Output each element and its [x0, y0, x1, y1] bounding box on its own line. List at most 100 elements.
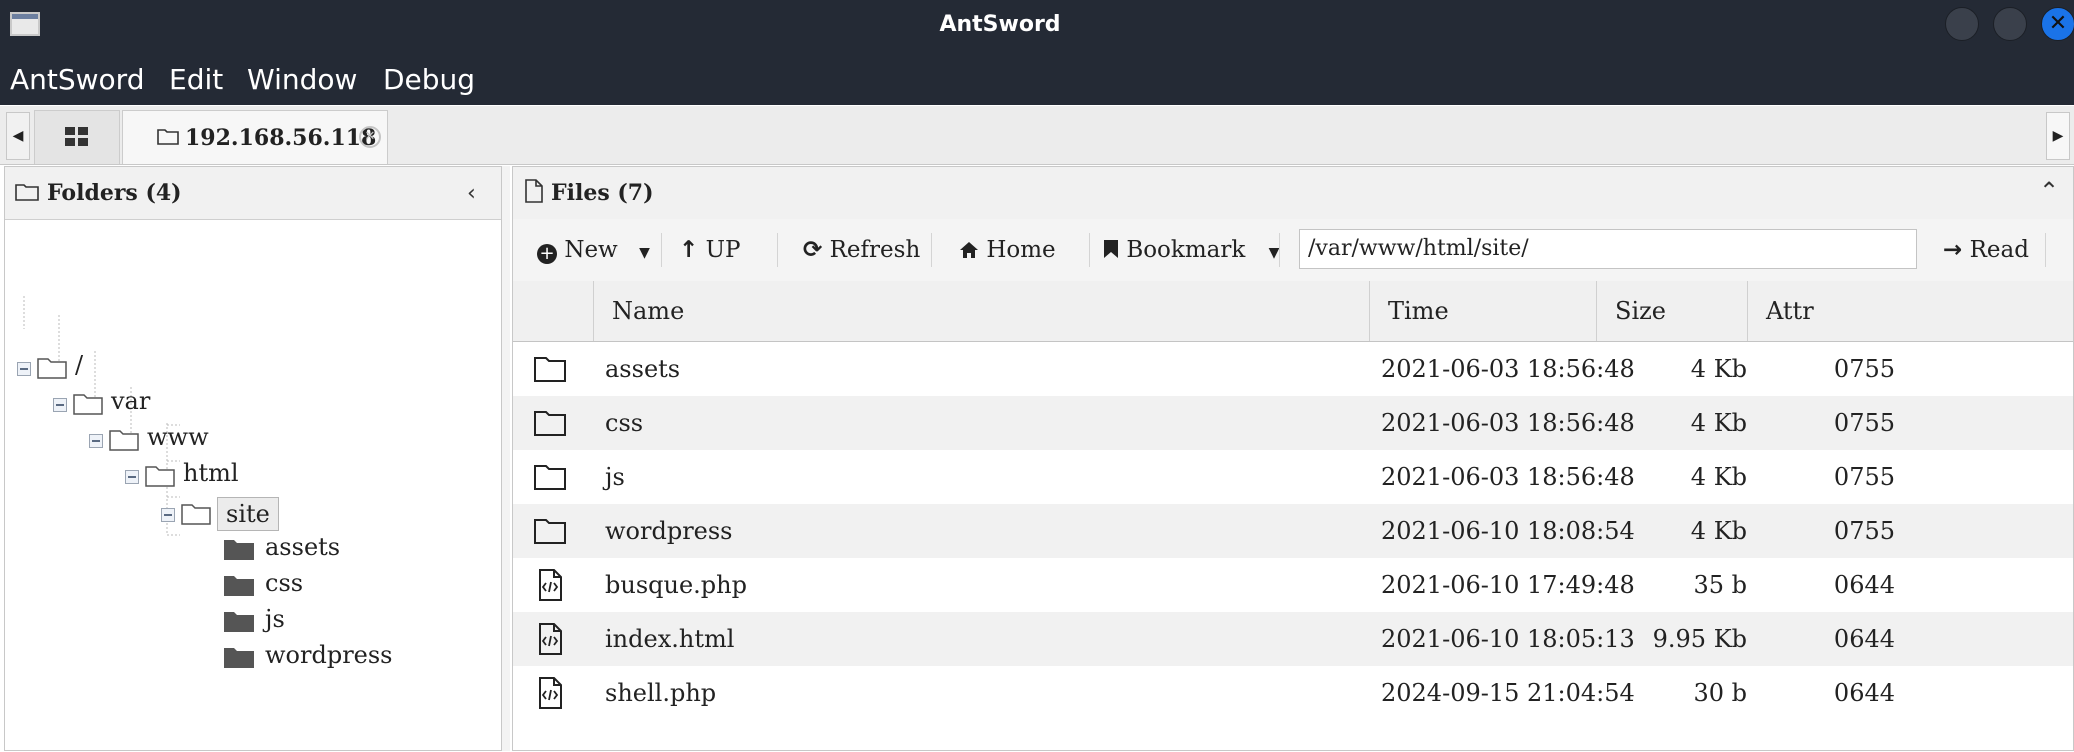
home-button[interactable]: Home: [959, 219, 1056, 281]
file-row[interactable]: js 2021-06-03 18:56:48 4 Kb 0755: [513, 450, 2073, 504]
file-name: shell.php: [605, 679, 717, 707]
code-file-icon: [539, 677, 562, 709]
column-header-attr[interactable]: Attr: [1747, 281, 2073, 341]
grid-icon: [65, 127, 88, 146]
refresh-icon: ⟳: [803, 237, 823, 263]
tab-dashboard[interactable]: [34, 110, 120, 164]
tree-node-label: html: [183, 459, 239, 487]
arrow-right-icon: →: [1943, 237, 1963, 263]
files-panel: Files (7) ⌃ + New ▼ ↑ UP ⟳ Refresh Home …: [512, 166, 2074, 751]
folder-icon: [224, 648, 254, 668]
maximize-button[interactable]: [1993, 7, 2027, 41]
toolbar-divider: [2045, 233, 2046, 267]
tree-node-site[interactable]: site: [153, 497, 333, 531]
folder-icon: [224, 540, 254, 560]
code-file-icon: [539, 623, 562, 655]
bookmark-button[interactable]: Bookmark ▼: [1103, 219, 1279, 281]
file-attr: 0755: [1833, 355, 1895, 383]
tab-host[interactable]: 192.168.56.118 ✕: [122, 110, 388, 164]
file-row[interactable]: busque.php 2021-06-10 17:49:48 35 b 0644: [513, 558, 2073, 612]
new-button-label: New: [564, 237, 618, 263]
file-name: css: [605, 409, 644, 437]
files-panel-header: Files (7) ⌃: [513, 167, 2073, 220]
column-header-time[interactable]: Time: [1369, 281, 1596, 341]
tree-node-www[interactable]: www: [81, 423, 231, 455]
tab-bar: ◀ 192.168.56.118 ✕ ▶: [0, 106, 2074, 165]
panel-splitter[interactable]: [502, 166, 510, 751]
chevron-up-icon[interactable]: ⌃: [2039, 177, 2059, 205]
toolbar-divider: [1279, 233, 1280, 267]
menu-debug[interactable]: Debug: [383, 50, 475, 105]
collapse-panel-icon[interactable]: ‹: [467, 181, 476, 206]
tree-node-root[interactable]: /: [9, 351, 129, 383]
file-attr: 0755: [1833, 409, 1895, 437]
tab-scroll-right-button[interactable]: ▶: [2046, 112, 2070, 160]
up-button[interactable]: ↑ UP: [679, 219, 740, 281]
caret-down-icon: ▼: [639, 245, 650, 261]
folder-icon: [534, 357, 566, 382]
arrow-up-icon: ↑: [679, 237, 699, 263]
file-attr: 0644: [1833, 571, 1895, 599]
tree-node-label: wordpress: [265, 641, 393, 669]
tree-node-var[interactable]: var: [45, 387, 195, 419]
collapse-icon[interactable]: [125, 470, 139, 484]
tree-node-wordpress[interactable]: wordpress: [223, 641, 423, 673]
close-icon: ✕: [2048, 11, 2068, 36]
caret-right-icon: ▶: [2052, 128, 2064, 144]
tree-node-css[interactable]: css: [223, 569, 423, 601]
folder-icon: [157, 129, 179, 145]
tab-scroll-left-button[interactable]: ◀: [6, 112, 30, 160]
tree-node-label-selected: site: [217, 497, 279, 531]
files-toolbar: + New ▼ ↑ UP ⟳ Refresh Home Bookmark ▼ /…: [513, 219, 2073, 282]
file-size: 4 Kb: [1690, 409, 1747, 437]
path-input[interactable]: /var/www/html/site/: [1299, 229, 1917, 269]
file-name: assets: [605, 355, 681, 383]
file-name: index.html: [605, 625, 735, 653]
file-size: 4 Kb: [1690, 517, 1747, 545]
file-size: 30 b: [1693, 679, 1747, 707]
new-button[interactable]: + New ▼: [537, 219, 650, 281]
home-button-label: Home: [986, 237, 1056, 263]
file-name: busque.php: [605, 571, 747, 599]
file-name: js: [605, 463, 625, 491]
file-row[interactable]: css 2021-06-03 18:56:48 4 Kb 0755: [513, 396, 2073, 450]
folder-icon: [534, 465, 566, 490]
open-folder-icon: [181, 504, 211, 525]
file-name: wordpress: [605, 517, 733, 545]
collapse-icon[interactable]: [89, 434, 103, 448]
menu-window[interactable]: Window: [247, 50, 357, 105]
file-size: 4 Kb: [1690, 355, 1747, 383]
minimize-button[interactable]: [1945, 7, 1979, 41]
collapse-icon[interactable]: [17, 362, 31, 376]
column-header-size[interactable]: Size: [1596, 281, 1747, 341]
tree-node-label: assets: [265, 533, 341, 561]
toolbar-divider: [931, 233, 932, 267]
menu-edit[interactable]: Edit: [169, 50, 223, 105]
tree-node-assets[interactable]: assets: [223, 533, 423, 565]
folder-icon: [534, 411, 566, 436]
file-row[interactable]: index.html 2021-06-10 18:05:13 9.95 Kb 0…: [513, 612, 2073, 666]
menu-antsword[interactable]: AntSword: [10, 50, 144, 105]
tree-node-label: var: [111, 387, 151, 415]
file-row[interactable]: wordpress 2021-06-10 18:08:54 4 Kb 0755: [513, 504, 2073, 558]
close-window-button[interactable]: ✕: [2041, 7, 2074, 41]
file-row[interactable]: assets 2021-06-03 18:56:48 4 Kb 0755: [513, 342, 2073, 396]
up-button-label: UP: [705, 237, 741, 263]
collapse-icon[interactable]: [53, 398, 67, 412]
file-size: 9.95 Kb: [1652, 625, 1747, 653]
collapse-icon[interactable]: [161, 508, 175, 522]
folder-icon: [224, 576, 254, 596]
tab-host-label: 192.168.56.118: [185, 125, 377, 151]
folder-icon: [15, 184, 39, 201]
read-button[interactable]: → Read: [1943, 219, 2029, 281]
tree-node-label: css: [265, 569, 304, 597]
column-header-name[interactable]: Name: [593, 281, 1369, 341]
refresh-button[interactable]: ⟳ Refresh: [803, 219, 920, 281]
toolbar-divider: [1089, 233, 1090, 267]
read-button-label: Read: [1969, 237, 2029, 263]
tree-node-html[interactable]: html: [117, 459, 267, 491]
tab-close-button[interactable]: ✕: [359, 126, 381, 148]
file-row[interactable]: shell.php 2024-09-15 21:04:54 30 b 0644: [513, 666, 2073, 720]
file-attr: 0644: [1833, 625, 1895, 653]
tree-node-js[interactable]: js: [223, 605, 423, 637]
